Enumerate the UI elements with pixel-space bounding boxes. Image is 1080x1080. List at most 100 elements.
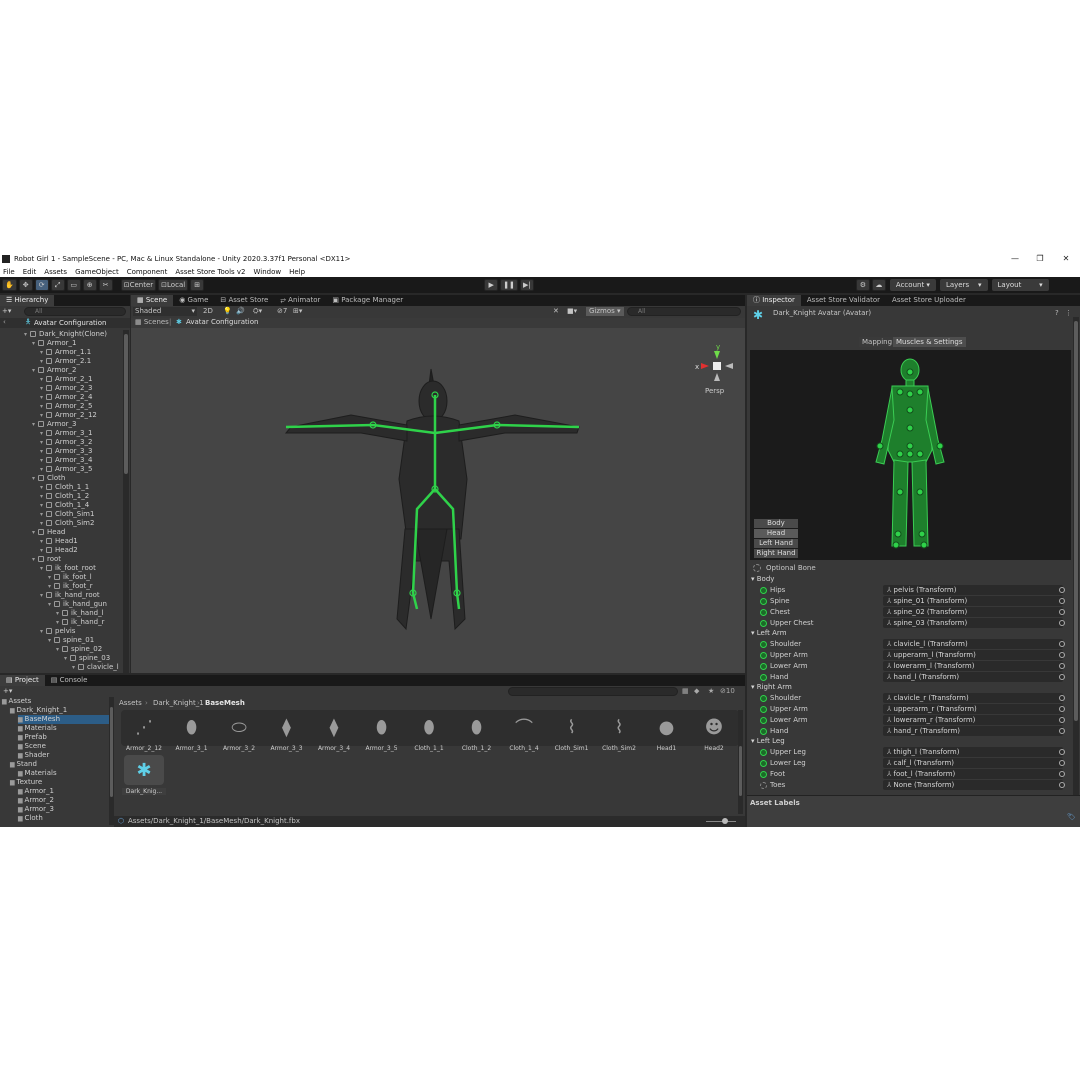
hierarchy-row[interactable]: ▾ Armor_3_1	[40, 429, 92, 438]
hierarchy-row[interactable]: ▾ Cloth_1_2	[40, 492, 89, 501]
hierarchy-row[interactable]: ▾ ik_foot_l	[48, 573, 92, 582]
object-picker-icon[interactable]	[1059, 728, 1065, 734]
body-view-button[interactable]: Body	[754, 519, 798, 528]
hierarchy-row[interactable]: ▾ spine_03	[64, 654, 110, 663]
asset-item[interactable]: ⬭ Armor_3_2	[217, 712, 261, 753]
crumb-basemesh[interactable]: BaseMesh	[205, 699, 245, 707]
hierarchy-row[interactable]: ▾ ik_hand_root	[40, 591, 100, 600]
menu-gameobject[interactable]: GameObject	[75, 268, 119, 276]
inspector-scrollbar[interactable]	[1073, 317, 1079, 795]
asset-item[interactable]: ⌇ Cloth_Sim1	[550, 712, 594, 753]
project-folder-row[interactable]: ▆ Materials	[18, 769, 57, 778]
bone-section-header[interactable]: ▾ Left Arm	[751, 629, 787, 637]
transform-field[interactable]: ⅄ spine_02 (Transform)	[883, 607, 1063, 617]
object-picker-icon[interactable]	[1059, 609, 1065, 615]
project-folder-row[interactable]: ▆ Prefab	[18, 733, 47, 742]
hierarchy-search-input[interactable]: All	[24, 307, 126, 316]
hierarchy-row[interactable]: ▾ ik_foot_r	[48, 582, 93, 591]
collab-icon[interactable]: ⚙	[855, 279, 870, 291]
avatar-config-header[interactable]: ‹ 🯅 Avatar Configuration	[0, 318, 130, 328]
scale-tool-icon[interactable]: ⤢	[50, 279, 65, 291]
hierarchy-row[interactable]: ▾ Armor_3_2	[40, 438, 92, 447]
hierarchy-row[interactable]: ▾ Head1	[40, 537, 78, 546]
hierarchy-row[interactable]: ▾ Armor_2_3	[40, 384, 92, 393]
hierarchy-row[interactable]: ▾ Cloth	[32, 474, 65, 483]
project-folder-row[interactable]: ▆ Cloth	[18, 814, 43, 823]
asset-item[interactable]: ⋰ Armor_2_12	[122, 712, 166, 753]
transform-field[interactable]: ⅄ upperarm_l (Transform)	[883, 650, 1063, 660]
object-picker-icon[interactable]	[1059, 782, 1065, 788]
camera-dropdown-icon[interactable]: ■▾	[567, 307, 577, 316]
tab-project[interactable]: ▤ Project	[0, 675, 45, 686]
tab-inspector[interactable]: ⓘ Inspector	[747, 295, 801, 306]
transform-field[interactable]: ⅄ foot_l (Transform)	[883, 769, 1063, 779]
rect-tool-icon[interactable]: ▭	[66, 279, 81, 291]
menu-assets[interactable]: Assets	[44, 268, 67, 276]
hierarchy-row[interactable]: ▾ Armor_3_3	[40, 447, 92, 456]
grid-dropdown-icon[interactable]: ⊞▾	[293, 307, 302, 316]
menu-file[interactable]: File	[3, 268, 15, 276]
tab-asset-store-validator[interactable]: Asset Store Validator	[801, 295, 886, 306]
transform-field[interactable]: ⅄ clavicle_l (Transform)	[883, 639, 1063, 649]
object-picker-icon[interactable]	[1059, 663, 1065, 669]
hierarchy-row[interactable]: ▾ Dark_Knight(Clone)	[24, 330, 107, 339]
asset-item[interactable]: ● Head1	[645, 712, 689, 753]
transform-field[interactable]: ⅄ clavicle_r (Transform)	[883, 693, 1063, 703]
scene-search-input[interactable]: All	[627, 307, 741, 316]
hierarchy-row[interactable]: ▾ root	[32, 555, 61, 564]
asset-item[interactable]: ⌒ Cloth_1_4	[502, 712, 546, 752]
hierarchy-row[interactable]: ▾ Armor_2_12	[40, 411, 97, 420]
object-picker-icon[interactable]	[1059, 587, 1065, 593]
transform-field[interactable]: ⅄ spine_01 (Transform)	[883, 596, 1063, 606]
hierarchy-row[interactable]: ▾ ik_hand_r	[56, 618, 104, 627]
transform-tool-icon[interactable]: ⊕	[82, 279, 97, 291]
hierarchy-row[interactable]: ▾ Head2	[40, 546, 78, 555]
hierarchy-row[interactable]: ▾ Cloth_Sim1	[40, 510, 94, 519]
2d-toggle[interactable]: 2D	[203, 307, 213, 316]
asset-scrollbar[interactable]	[738, 710, 743, 814]
project-folder-row[interactable]: ▆ Stand	[10, 760, 37, 769]
hierarchy-row[interactable]: ▾ Armor_3_5	[40, 465, 92, 474]
minimize-button[interactable]: —	[1003, 252, 1027, 266]
asset-item[interactable]: ⬮ Armor_3_1	[170, 712, 214, 753]
menu-window[interactable]: Window	[254, 268, 282, 276]
project-folder-row[interactable]: ▆ Shader	[18, 751, 49, 760]
transform-field[interactable]: ⅄ hand_r (Transform)	[883, 726, 1063, 736]
bone-section-header[interactable]: ▾ Right Arm	[751, 683, 792, 691]
hierarchy-row[interactable]: ▾ spine_02	[56, 645, 102, 654]
tab-scene[interactable]: ▦ Scene	[131, 295, 174, 306]
effects-dropdown-icon[interactable]: ⛭▾	[253, 307, 262, 316]
hierarchy-row[interactable]: ▾ Armor_2	[32, 366, 76, 375]
step-button-icon[interactable]: ▶|	[519, 279, 534, 291]
project-folder-row[interactable]: ▆ Texture	[10, 778, 42, 787]
project-folder-row[interactable]: ▆ Armor_1	[18, 787, 54, 796]
hierarchy-scrollbar[interactable]	[123, 330, 129, 673]
label-tag-icon[interactable]: 🏷	[1067, 813, 1076, 821]
play-button-icon[interactable]: ▶	[484, 279, 499, 291]
asset-item[interactable]: ⌇ Cloth_Sim2	[597, 712, 641, 753]
gizmos-dropdown[interactable]: Gizmos ▾	[586, 307, 624, 316]
hierarchy-row[interactable]: ▾ Head	[32, 528, 65, 537]
bone-section-header[interactable]: ▾ Body	[751, 575, 774, 583]
object-picker-icon[interactable]	[1059, 598, 1065, 604]
object-picker-icon[interactable]	[1059, 620, 1065, 626]
mapping-tab[interactable]: Mapping	[859, 337, 896, 347]
transform-field[interactable]: ⅄ thigh_l (Transform)	[883, 747, 1063, 757]
menu-help[interactable]: Help	[289, 268, 305, 276]
object-picker-icon[interactable]	[1059, 717, 1065, 723]
hierarchy-row[interactable]: ▾ Armor_2_1	[40, 375, 92, 384]
transform-field[interactable]: ⅄ None (Transform)	[883, 780, 1063, 790]
project-search-input[interactable]	[508, 687, 678, 696]
object-picker-icon[interactable]	[1059, 749, 1065, 755]
hierarchy-row[interactable]: ▾ ik_hand_l	[56, 609, 104, 618]
maximize-button[interactable]: ❐	[1028, 252, 1052, 266]
hidden-packages-icon[interactable]: ⊘10	[720, 687, 735, 695]
hierarchy-row[interactable]: ▾ Cloth_1_4	[40, 501, 89, 510]
hierarchy-row[interactable]: ▾ Armor_2_5	[40, 402, 92, 411]
asset-item[interactable]: ⧫ Armor_3_4	[312, 712, 356, 753]
tab-hierarchy[interactable]: ☰ Hierarchy	[0, 295, 55, 306]
hierarchy-row[interactable]: ▾ pelvis	[40, 627, 75, 636]
project-folder-row[interactable]: ▆ Scene	[18, 742, 46, 751]
avatar-config-crumb[interactable]: Avatar Configuration	[186, 318, 258, 326]
object-picker-icon[interactable]	[1059, 771, 1065, 777]
